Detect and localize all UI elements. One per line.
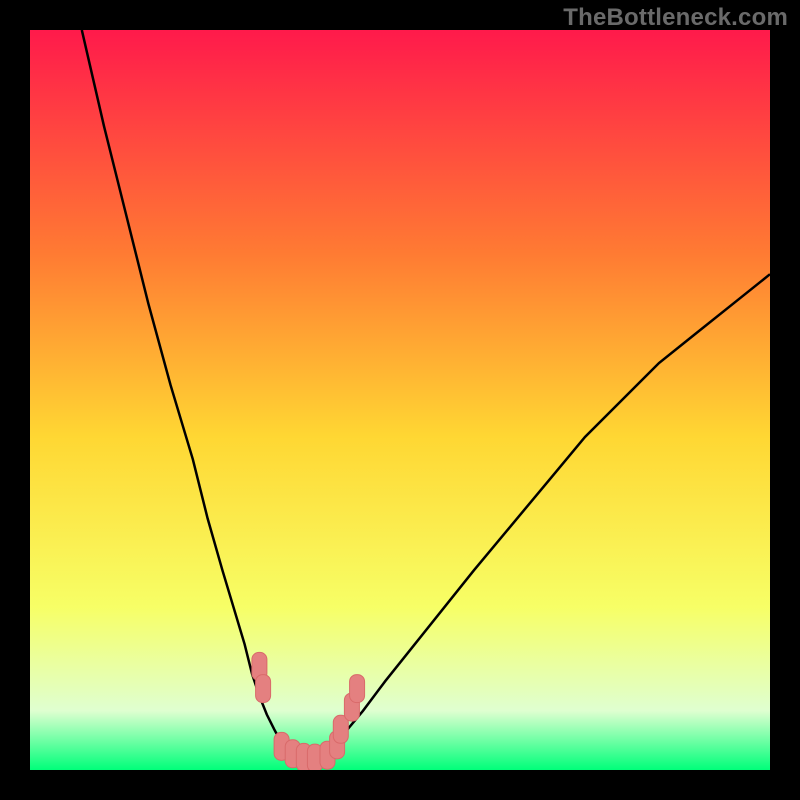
plot-area xyxy=(30,30,770,770)
chart-svg xyxy=(30,30,770,770)
outer-frame: TheBottleneck.com xyxy=(0,0,800,800)
marker-point xyxy=(256,675,271,703)
watermark-text: TheBottleneck.com xyxy=(563,4,788,32)
marker-point xyxy=(333,715,348,743)
marker-point xyxy=(350,675,365,703)
gradient-background xyxy=(30,30,770,770)
